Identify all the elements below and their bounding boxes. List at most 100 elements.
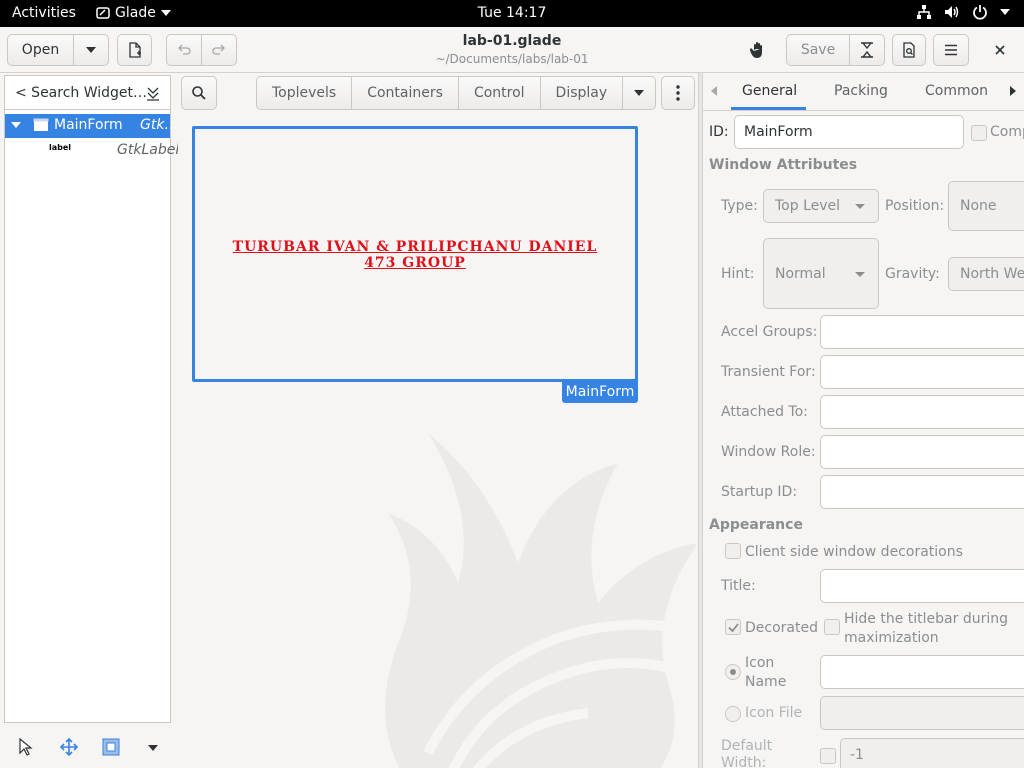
icon-name-input[interactable] (820, 655, 1024, 689)
power-icon (973, 5, 987, 20)
hide-titlebar-checkbox[interactable] (824, 619, 840, 635)
network-icon (917, 5, 931, 19)
section-window-attributes: Window Attributes (709, 157, 858, 173)
open-recent-dropdown[interactable] (73, 34, 109, 66)
window-role-label: Window Role: (721, 444, 816, 460)
close-icon (995, 45, 1005, 55)
tab-packing[interactable]: Packing (834, 83, 888, 99)
scroll-left-icon[interactable] (711, 86, 717, 96)
redo-button[interactable] (201, 34, 237, 66)
position-combo[interactable]: None (948, 181, 1024, 231)
tree-item-name: MainForm (54, 117, 123, 133)
widget-search-bar[interactable]: < Search Widget… (5, 76, 170, 110)
save-button[interactable]: Save (786, 34, 850, 66)
attached-to-label: Attached To: (721, 404, 808, 420)
position-label: Position: (885, 198, 945, 214)
new-file-button[interactable] (117, 34, 152, 66)
preview-button[interactable] (892, 34, 926, 66)
icon-file-radio[interactable] (725, 706, 741, 722)
open-button[interactable]: Open (7, 34, 74, 66)
mainform-window-preview[interactable]: TURUBAR IVAN & PRILIPCHANU DANIEL 473 GR… (192, 126, 638, 382)
grab-mode-button[interactable] (741, 34, 775, 66)
icon-file-input[interactable] (820, 696, 1024, 730)
icon-file-label: Icon File (745, 705, 803, 721)
scroll-right-icon[interactable] (1010, 86, 1016, 96)
selected-widget-tag[interactable]: MainForm (562, 381, 638, 403)
position-combo-value: None (960, 198, 997, 214)
accel-groups-label: Accel Groups: (721, 324, 818, 340)
drag-resize-icon[interactable] (60, 738, 78, 756)
startup-id-input[interactable] (820, 475, 1024, 509)
gravity-combo[interactable]: North We (948, 257, 1024, 291)
type-combo[interactable]: Top Level (763, 189, 879, 223)
redo-icon (212, 44, 225, 55)
app-menu[interactable]: Glade (96, 5, 171, 21)
palette-group-control[interactable]: Control (459, 77, 541, 109)
palette-more-dropdown[interactable] (623, 77, 655, 109)
label-widget-icon: label (49, 143, 72, 152)
csd-checkbox[interactable] (725, 543, 741, 559)
window-role-input[interactable] (820, 435, 1024, 469)
inspector-tabs: General Packing Common (703, 73, 1024, 111)
volume-icon (945, 6, 959, 18)
default-width-label: Default Width: (721, 738, 773, 768)
tree-item-type: GtkLabel (117, 142, 180, 158)
tab-common[interactable]: Common (925, 83, 988, 99)
attached-to-input[interactable] (820, 395, 1024, 429)
widget-search-input[interactable]: < Search Widget… (15, 85, 147, 101)
palette-group-toplevels[interactable]: Toplevels (257, 77, 353, 109)
chevron-down-icon (1000, 9, 1010, 15)
glade-watermark-logo (385, 433, 698, 768)
filter-icon[interactable] (145, 86, 161, 102)
chevron-down-icon (855, 204, 865, 209)
window-subtitle: ~/Documents/labs/lab-01 (435, 52, 589, 66)
hint-combo[interactable]: Normal (763, 238, 879, 309)
palette-search-button[interactable] (181, 76, 217, 110)
title-input[interactable] (820, 569, 1024, 603)
gtk-label-preview[interactable]: TURUBAR IVAN & PRILIPCHANU DANIEL 473 GR… (195, 239, 635, 271)
tree-item-type: Gtk… (140, 117, 179, 133)
pointer-icon[interactable] (18, 738, 34, 756)
window-icon (33, 118, 49, 132)
icon-name-radio[interactable] (725, 664, 741, 680)
hint-label: Hint: (721, 266, 755, 282)
decorated-checkbox[interactable] (725, 619, 741, 635)
default-width-checkbox[interactable] (820, 748, 836, 764)
tree-item-label[interactable]: label GtkLabel (5, 139, 179, 163)
palette-group-display[interactable]: Display (541, 77, 624, 109)
transient-for-input[interactable] (820, 355, 1024, 389)
close-window-button[interactable] (984, 34, 1016, 66)
accel-groups-input[interactable] (820, 315, 1024, 349)
id-input[interactable]: MainForm (734, 115, 964, 149)
activities-button[interactable]: Activities (12, 5, 76, 21)
margin-edit-icon[interactable] (102, 738, 120, 756)
composite-label: Comp (990, 124, 1024, 140)
property-inspector: General Packing Common ID: MainForm Comp… (703, 73, 1024, 768)
chevron-down-icon[interactable] (148, 745, 158, 751)
tab-general[interactable]: General (742, 83, 797, 99)
active-tab-indicator (731, 107, 806, 110)
section-appearance: Appearance (709, 517, 803, 533)
system-tray[interactable] (916, 4, 1010, 20)
transient-for-label: Transient For: (721, 364, 816, 380)
app-name: Glade (115, 5, 156, 21)
hand-icon (749, 42, 762, 58)
expander-down-icon[interactable] (11, 122, 21, 128)
default-width-input[interactable]: -1 (840, 738, 1024, 768)
palette-groups: Toplevels Containers Control Display (256, 76, 657, 110)
undo-button[interactable] (166, 34, 202, 66)
hint-combo-value: Normal (775, 265, 826, 282)
hamburger-icon (945, 44, 957, 56)
search-icon (192, 86, 206, 100)
decorated-label: Decorated (745, 620, 818, 636)
id-label: ID: (709, 124, 729, 140)
palette-group-containers[interactable]: Containers (352, 77, 459, 109)
tree-item-mainform[interactable]: MainForm Gtk… (5, 114, 178, 138)
save-as-button[interactable] (849, 34, 885, 66)
composite-checkbox[interactable] (971, 125, 987, 141)
title-label: Title: (721, 578, 756, 594)
main-menu-button[interactable] (933, 34, 969, 66)
palette-menu-button[interactable] (661, 76, 695, 110)
clock[interactable]: Tue 14:17 (478, 5, 547, 21)
label-line-2: 473 GROUP (364, 255, 466, 271)
